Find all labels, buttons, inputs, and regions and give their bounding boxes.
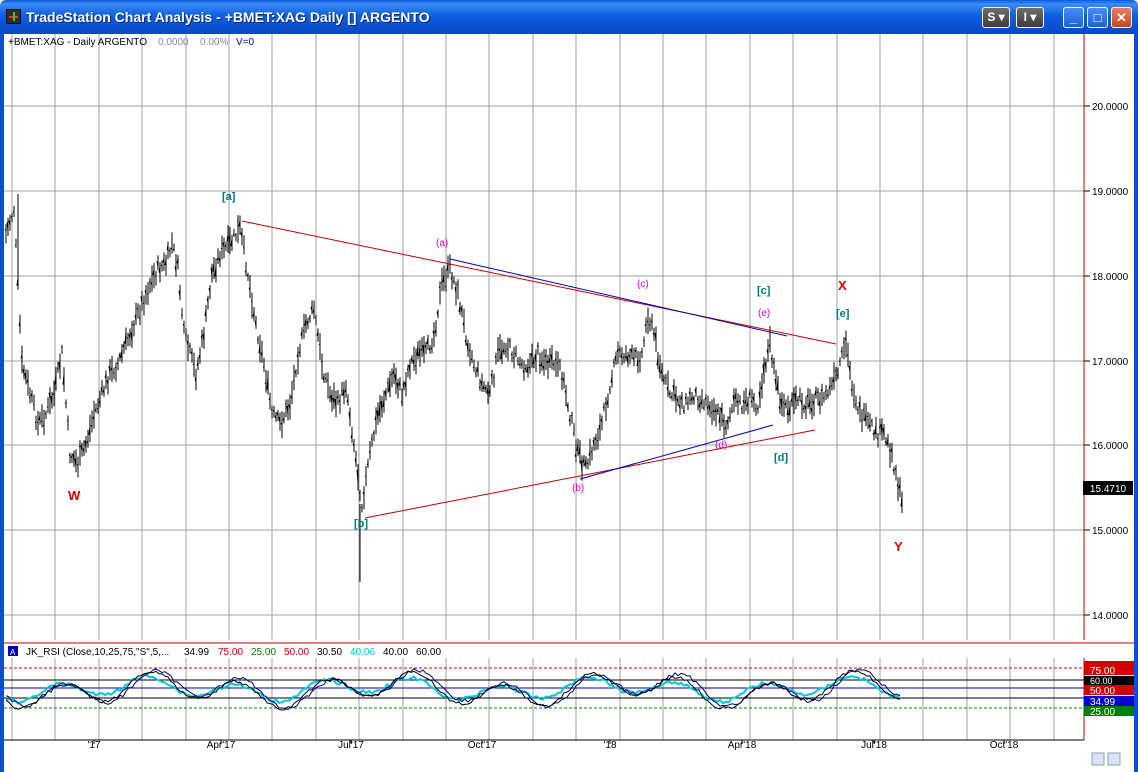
time-tick-label: Apr'17: [207, 740, 236, 751]
minimize-button[interactable]: _: [1063, 7, 1084, 28]
svg-text:A: A: [10, 648, 16, 657]
window-title: TradeStation Chart Analysis - +BMET:XAG …: [26, 9, 430, 25]
indicator-v6: 40.06: [350, 647, 375, 658]
maximize-button[interactable]: □: [1087, 7, 1108, 28]
chart-pct: 0.00%: [200, 37, 228, 48]
wave-label-c-small: (c): [637, 279, 649, 290]
price-tick-label: 17.0000: [1092, 357, 1129, 368]
tradestation-app-icon[interactable]: [6, 9, 21, 24]
time-tick-label: '18: [603, 740, 616, 751]
i-menu-button[interactable]: I ▾: [1016, 7, 1044, 28]
price-axis[interactable]: 20.0000 19.0000 18.0000 17.0000 16.0000 15.00…: [1084, 102, 1129, 622]
wave-label-w: W: [68, 488, 81, 503]
indicator-v2: 75.00: [218, 647, 243, 658]
wave-label-d-small: (d): [715, 440, 727, 451]
zoom-out-button[interactable]: [1107, 752, 1121, 766]
time-axis[interactable]: '17 Apr'17 Jul'17 Oct'17 '18 Apr'18 Jul'18 Oct'…: [4, 739, 1084, 751]
price-tick-label: 16.0000: [1092, 441, 1129, 452]
rsi-axis-60: 60.00: [1090, 676, 1113, 686]
indicator-v8: 60.00: [416, 647, 441, 658]
chart-change: 0.0000: [158, 37, 189, 48]
price-panel[interactable]: [4, 34, 1084, 640]
wave-label-b-big: [b]: [354, 518, 368, 530]
indicator-v5: 30.50: [317, 647, 342, 658]
indicator-name: JK_RSI (Close,10,25,75,"S",5,...: [26, 647, 169, 658]
wave-label-b-small: (b): [572, 483, 584, 494]
wave-label-a-small: (a): [436, 238, 448, 249]
close-button[interactable]: ✕: [1111, 7, 1132, 28]
rsi-axis-50: 50.00: [1090, 686, 1115, 697]
indicator-v1: 34.99: [184, 647, 209, 658]
wave-label-a-big: [a]: [222, 191, 236, 203]
wave-label-c-big: [c]: [757, 285, 771, 297]
rsi-axis-25: 25.00: [1090, 707, 1115, 718]
wave-label-x: X: [838, 278, 847, 293]
chart-canvas[interactable]: +BMET:XAG - Daily ARGENTO 0.0000 0.00% V…: [0, 34, 1138, 772]
time-tick-label: '17: [87, 740, 100, 751]
title-bar: TradeStation Chart Analysis - +BMET:XAG …: [0, 0, 1138, 34]
current-price-value: 15.4710: [1090, 484, 1127, 495]
price-tick-label: 15.0000: [1092, 526, 1129, 537]
wave-label-d-big: [d]: [774, 452, 788, 464]
price-tick-label: 19.0000: [1092, 187, 1129, 198]
zoom-in-button[interactable]: [1091, 752, 1105, 766]
indicator-v7: 40.00: [383, 647, 408, 658]
time-tick-label: Apr'18: [728, 740, 757, 751]
indicator-v4: 50.00: [284, 647, 309, 658]
wave-label-y: Y: [894, 539, 903, 554]
price-tick-label: 20.0000: [1092, 102, 1129, 113]
time-tick-label: Jul'17: [338, 740, 364, 751]
time-tick-label: Oct'17: [468, 740, 497, 751]
time-tick-label: Jul'18: [861, 740, 887, 751]
chart-volume: V=0: [236, 37, 255, 48]
price-tick-label: 14.0000: [1092, 611, 1129, 622]
wave-label-e-big: [e]: [836, 308, 850, 320]
s-menu-button[interactable]: S ▾: [982, 7, 1010, 28]
price-tick-label: 18.0000: [1092, 272, 1129, 283]
rsi-panel[interactable]: [4, 658, 1085, 740]
time-tick-label: Oct'18: [990, 740, 1019, 751]
indicator-v3: 25.00: [251, 647, 276, 658]
wave-label-e-small: (e): [758, 308, 770, 319]
chart-symbol: +BMET:XAG - Daily ARGENTO: [8, 37, 147, 48]
